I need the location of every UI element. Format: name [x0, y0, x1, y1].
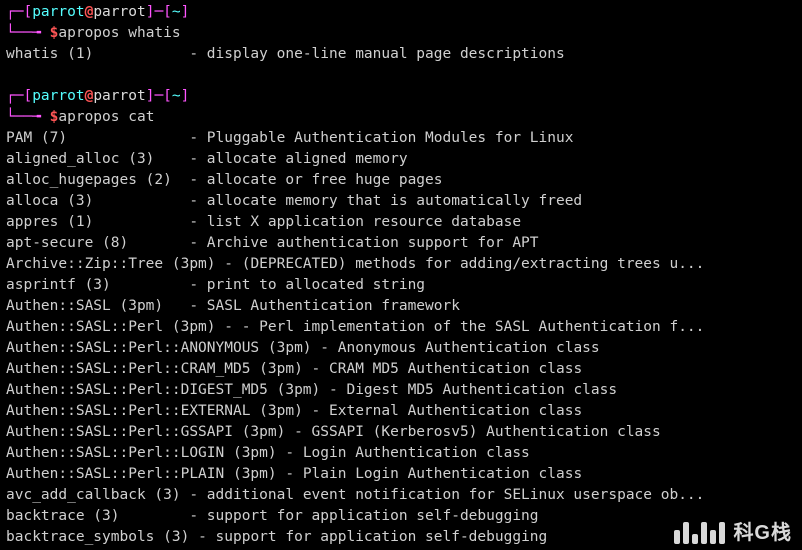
result-row: Authen::SASL::Perl::LOGIN (3pm) - Login … — [6, 443, 796, 464]
result-row: avc_add_callback (3) - additional event … — [6, 485, 796, 506]
result-row: Authen::SASL::Perl::DIGEST_MD5 (3pm) - D… — [6, 380, 796, 401]
entry-name-19: backtrace_symbols (3) — [6, 529, 198, 545]
result-row: Authen::SASL::Perl::EXTERNAL (3pm) - Ext… — [6, 401, 796, 422]
watermark: 科G栈 — [674, 522, 792, 544]
result-row: appres (1) - list X application resource… — [6, 212, 796, 233]
entry-name-1: aligned_alloc (3) — [6, 151, 189, 167]
result-row: whatis (1) - display one-line manual pag… — [6, 44, 796, 65]
result-row: alloca (3) - allocate memory that is aut… — [6, 191, 796, 212]
result-row: aligned_alloc (3) - allocate aligned mem… — [6, 149, 796, 170]
entry-desc-0: - Pluggable Authentication Modules for L… — [189, 130, 573, 146]
entry-name-9: Authen::SASL::Perl (3pm) — [6, 319, 224, 335]
entry-desc-2: - allocate or free huge pages — [189, 172, 442, 188]
entry-desc-7: - print to allocated string — [189, 277, 425, 293]
entry-desc-a: - display one-line manual page descripti… — [189, 46, 564, 62]
bilibili-icon — [674, 522, 725, 544]
entry-name-18: backtrace (3) — [6, 508, 189, 524]
entry-name-0: PAM (7) — [6, 130, 189, 146]
entry-name-3: alloca (3) — [6, 193, 189, 209]
entry-name-11: Authen::SASL::Perl::CRAM_MD5 (3pm) — [6, 361, 312, 377]
result-row: Authen::SASL::Perl::PLAIN (3pm) - Plain … — [6, 464, 796, 485]
entry-name-12: Authen::SASL::Perl::DIGEST_MD5 (3pm) — [6, 382, 329, 398]
entry-name-8: Authen::SASL (3pm) — [6, 298, 189, 314]
entry-name-14: Authen::SASL::Perl::GSSAPI (3pm) — [6, 424, 294, 440]
entry-name-16: Authen::SASL::Perl::PLAIN (3pm) — [6, 466, 285, 482]
result-row: Authen::SASL::Perl::CRAM_MD5 (3pm) - CRA… — [6, 359, 796, 380]
entry-name-a: whatis (1) — [6, 46, 189, 62]
entry-desc-14: - GSSAPI (Kerberosv5) Authentication cla… — [294, 424, 661, 440]
entry-desc-13: - External Authentication class — [312, 403, 583, 419]
entry-desc-19: - support for application self-debugging — [198, 529, 547, 545]
entry-desc-15: - Login Authentication class — [285, 445, 529, 461]
result-row: Authen::SASL::Perl::GSSAPI (3pm) - GSSAP… — [6, 422, 796, 443]
entry-name-10: Authen::SASL::Perl::ANONYMOUS (3pm) — [6, 340, 320, 356]
command-apropos-cat[interactable]: apropos cat — [58, 109, 154, 125]
entry-desc-9: - - Perl implementation of the SASL Auth… — [224, 319, 704, 335]
prompt-line-1: ┌─[parrot@parrot]─[~] — [6, 2, 796, 23]
result-row: asprintf (3) - print to allocated string — [6, 275, 796, 296]
entry-desc-11: - CRAM MD5 Authentication class — [312, 361, 583, 377]
entry-desc-5: - Archive authentication support for APT — [189, 235, 538, 251]
result-row: Archive::Zip::Tree (3pm) - (DEPRECATED) … — [6, 254, 796, 275]
blank — [6, 65, 796, 86]
prompt-line-1: ┌─[parrot@parrot]─[~] — [6, 86, 796, 107]
entry-desc-3: - allocate memory that is automatically … — [189, 193, 582, 209]
result-row: alloc_hugepages (2) - allocate or free h… — [6, 170, 796, 191]
result-row: Authen::SASL::Perl (3pm) - - Perl implem… — [6, 317, 796, 338]
entry-name-17: avc_add_callback (3) — [6, 487, 189, 503]
entry-desc-18: - support for application self-debugging — [189, 508, 538, 524]
entry-name-5: apt-secure (8) — [6, 235, 189, 251]
entry-desc-6: - (DEPRECATED) methods for adding/extrac… — [224, 256, 704, 272]
prompt-line-2: └──╼ $apropos cat — [6, 107, 796, 128]
entry-desc-17: - additional event notification for SELi… — [189, 487, 704, 503]
entry-desc-16: - Plain Login Authentication class — [285, 466, 582, 482]
entry-name-4: appres (1) — [6, 214, 189, 230]
entry-name-2: alloc_hugepages (2) — [6, 172, 189, 188]
entry-name-7: asprintf (3) — [6, 277, 189, 293]
entry-desc-8: - SASL Authentication framework — [189, 298, 460, 314]
result-row: Authen::SASL (3pm) - SASL Authentication… — [6, 296, 796, 317]
entry-desc-1: - allocate aligned memory — [189, 151, 407, 167]
entry-desc-10: - Anonymous Authentication class — [320, 340, 599, 356]
entry-desc-12: - Digest MD5 Authentication class — [329, 382, 617, 398]
result-row: Authen::SASL::Perl::ANONYMOUS (3pm) - An… — [6, 338, 796, 359]
entry-name-6: Archive::Zip::Tree (3pm) — [6, 256, 224, 272]
watermark-text: 科G栈 — [733, 523, 792, 544]
command-apropos-whatis[interactable]: apropos whatis — [58, 25, 180, 41]
result-row: PAM (7) - Pluggable Authentication Modul… — [6, 128, 796, 149]
entry-name-13: Authen::SASL::Perl::EXTERNAL (3pm) — [6, 403, 312, 419]
entry-desc-4: - list X application resource database — [189, 214, 521, 230]
terminal-output[interactable]: ┌─[parrot@parrot]─[~]└──╼ $apropos whati… — [6, 2, 796, 548]
prompt-line-2: └──╼ $apropos whatis — [6, 23, 796, 44]
entry-name-15: Authen::SASL::Perl::LOGIN (3pm) — [6, 445, 285, 461]
result-row: apt-secure (8) - Archive authentication … — [6, 233, 796, 254]
